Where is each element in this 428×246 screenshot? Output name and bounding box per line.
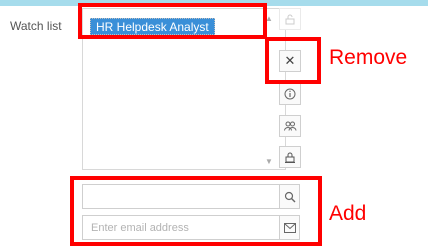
add-highlight bbox=[70, 176, 322, 246]
scroll-down-icon[interactable]: ▼ bbox=[265, 157, 273, 166]
remove-annotation-label: Remove bbox=[329, 46, 408, 69]
add-annotation-label: Add bbox=[329, 202, 367, 225]
watch-list-panel: Watch list HR Helpdesk Analyst ▲ ▼ ✕ Ent… bbox=[0, 0, 428, 246]
unlock-icon bbox=[285, 14, 295, 25]
watch-list-label: Watch list bbox=[10, 19, 62, 33]
selected-item-highlight bbox=[78, 3, 267, 39]
info-icon bbox=[284, 88, 296, 100]
lock-icon bbox=[285, 152, 295, 163]
users-icon bbox=[284, 121, 297, 131]
lock-button[interactable] bbox=[279, 146, 301, 168]
users-button[interactable] bbox=[279, 115, 301, 137]
unlock-button bbox=[279, 8, 301, 30]
remove-highlight bbox=[265, 37, 321, 84]
info-button[interactable] bbox=[279, 83, 301, 105]
